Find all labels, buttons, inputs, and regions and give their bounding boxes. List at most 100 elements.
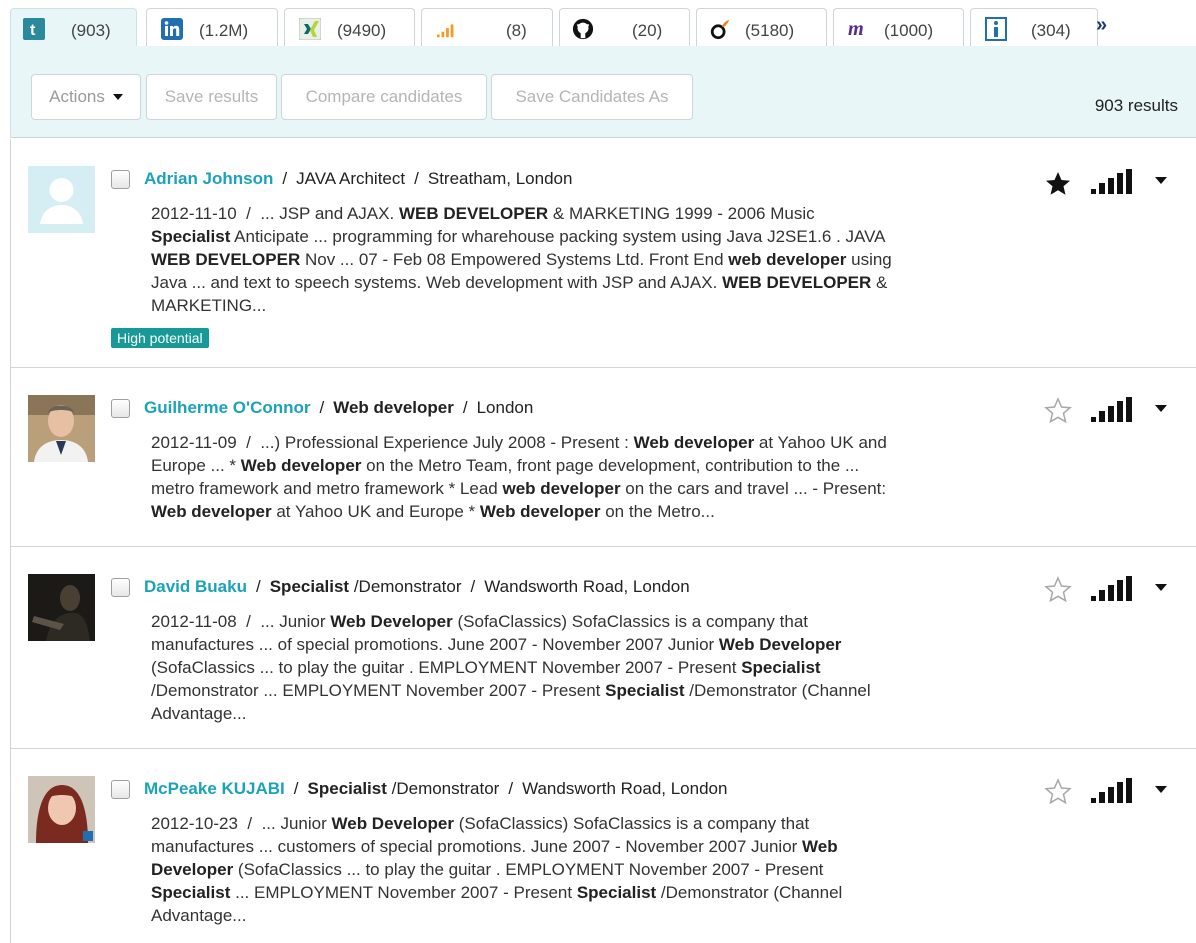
highlight-term: Specialist	[151, 883, 231, 902]
signal-strength-icon	[1091, 576, 1132, 601]
tab-linkedin[interactable]: (1.2M)	[146, 8, 278, 46]
row-menu-chevron-down-icon[interactable]	[1155, 405, 1167, 413]
highlight-term: Web	[802, 837, 838, 856]
candidate-row: Adrian Johnson / JAVA Architect / Streatham,…	[11, 139, 1196, 368]
snippet-text: Nov ... 07 - Feb 08 Empowered Systems Lt…	[300, 250, 729, 269]
snippet-text: (SofaClassics ... to play the guitar . E…	[233, 860, 824, 879]
highlight-term: Developer	[151, 860, 234, 879]
snippet-text: Anticipate ... programming for wharehous…	[230, 227, 886, 246]
snippet-text: Advantage...	[151, 704, 247, 723]
snippet-line: Advantage...	[151, 904, 1031, 927]
signal-strength-icon	[1091, 778, 1132, 803]
stackoverflow-icon	[436, 18, 458, 40]
snippet-text: /Demonstrator ... EMPLOYMENT November 20…	[151, 681, 606, 700]
tab-xing[interactable]: (9490)	[284, 8, 415, 46]
candidate-checkbox[interactable]	[111, 780, 130, 799]
tab-count: (304)	[1031, 21, 1071, 40]
star-outline-icon[interactable]	[1043, 396, 1073, 426]
candidate-title: Web developer	[333, 398, 454, 417]
save-candidates-as-button[interactable]: Save Candidates As	[491, 74, 693, 120]
candidate-checkbox[interactable]	[111, 578, 130, 597]
candidate-snippet: 2012-11-10 / ... JSP and AJAX. WEB DEVEL…	[151, 202, 1031, 317]
highlight-term: Specialist	[151, 227, 231, 246]
candidate-date: 2012-10-23 /	[151, 814, 262, 833]
linkedin-icon	[161, 18, 183, 40]
github-icon	[572, 18, 594, 40]
snippet-line: /Demonstrator ... EMPLOYMENT November 20…	[151, 679, 1031, 702]
candidate-location: London	[476, 398, 534, 417]
candidate-name-link[interactable]: McPeake KUJABI	[144, 779, 285, 798]
candidate-headline: McPeake KUJABI / Specialist /Demonstrator /…	[144, 779, 728, 798]
actions-dropdown-button[interactable]: Actions	[31, 74, 141, 120]
snippet-line: 2012-11-09 / ...) Professional Experienc…	[151, 431, 1031, 454]
candidate-name-link[interactable]: David Buaku	[144, 577, 247, 596]
highlight-term: Web Developer	[331, 814, 455, 833]
candidate-snippet: 2012-11-08 / ... Junior Web Developer (S…	[151, 610, 1031, 725]
candidate-title: /Demonstrator	[386, 779, 500, 798]
tab-viadeo[interactable]: (5180)	[696, 8, 827, 46]
tab-meetup[interactable]: m (1000)	[833, 8, 964, 46]
snippet-text: at Yahoo UK and Europe *	[271, 502, 480, 521]
star-outline-icon[interactable]	[1043, 777, 1073, 807]
tab-github[interactable]: (20)	[559, 8, 690, 46]
snippet-line: (SofaClassics ... to play the guitar . E…	[151, 656, 1031, 679]
star-outline-icon[interactable]	[1043, 575, 1073, 605]
snippet-line: 2012-11-08 / ... Junior Web Developer (S…	[151, 610, 1031, 633]
row-menu-chevron-down-icon[interactable]	[1155, 177, 1167, 185]
tab-count: (1000)	[884, 21, 934, 40]
svg-text:t: t	[30, 22, 36, 39]
status-badge: High potential	[111, 328, 209, 348]
snippet-text: metro framework and metro framework * Le…	[151, 479, 503, 498]
snippet-line: Web developer at Yahoo UK and Europe * W…	[151, 500, 1031, 523]
tab-count: (903)	[71, 21, 111, 40]
save-results-button[interactable]: Save results	[146, 74, 277, 120]
candidate-title: JAVA Architect	[296, 169, 406, 188]
candidate-checkbox[interactable]	[111, 399, 130, 418]
tab-count: (8)	[506, 21, 527, 40]
tab-tumblr[interactable]: t (903)	[10, 8, 137, 47]
snippet-text: (SofaClassics ... to play the guitar . E…	[151, 658, 742, 677]
candidate-date: 2012-11-08 /	[151, 612, 261, 631]
snippet-text: on the Metro Team, front page developmen…	[361, 456, 860, 475]
snippet-line: Europe ... * Web developer on the Metro …	[151, 454, 1031, 477]
star-filled-icon[interactable]	[1043, 169, 1073, 199]
highlight-term: WEB DEVELOPER	[722, 273, 872, 292]
info-icon	[985, 17, 1007, 41]
snippet-text: /Demonstrator (Channel	[684, 681, 871, 700]
snippet-line: MARKETING...	[151, 294, 1031, 317]
source-tabs: t (903) (1.2M) (9490) (8) (20) (5180) m	[0, 0, 1196, 47]
candidate-date: 2012-11-09 /	[151, 433, 261, 452]
candidate-title-bold: Specialist	[269, 577, 350, 596]
actions-label: Actions	[49, 87, 105, 106]
snippet-line: 2012-10-23 / ... Junior Web Developer (S…	[151, 812, 1031, 835]
tab-info[interactable]: (304)	[970, 8, 1098, 46]
tumblr-icon: t	[23, 18, 45, 40]
snippet-text: (SofaClassics) SofaClassics is a company…	[452, 612, 809, 631]
highlight-term: WEB DEVELOPER	[398, 204, 549, 223]
snippet-line: manufactures ... of special promotions. …	[151, 633, 1031, 656]
row-menu-chevron-down-icon[interactable]	[1155, 786, 1167, 794]
candidate-row: McPeake KUJABI / Specialist /Demonstrator /…	[11, 749, 1196, 943]
snippet-text: (SofaClassics) SofaClassics is a company…	[454, 814, 810, 833]
highlight-term: Web developer	[633, 433, 755, 452]
highlight-term: Web developer	[479, 502, 601, 521]
compare-candidates-button[interactable]: Compare candidates	[281, 74, 487, 120]
candidate-name-link[interactable]: Guilherme O'Connor	[144, 398, 311, 417]
snippet-text: using	[846, 250, 892, 269]
candidate-checkbox[interactable]	[111, 170, 130, 189]
tab-count: (5180)	[745, 21, 795, 40]
snippet-text: at Yahoo UK and	[754, 433, 887, 452]
candidate-row: Guilherme O'Connor / Web developer / London …	[11, 368, 1196, 547]
more-tabs-chevron-icon[interactable]: »	[1096, 14, 1107, 37]
tab-stackoverflow[interactable]: (8)	[421, 8, 553, 46]
highlight-term: web developer	[728, 250, 847, 269]
snippet-text: ... Junior	[261, 814, 332, 833]
row-menu-chevron-down-icon[interactable]	[1155, 584, 1167, 592]
svg-text:m: m	[848, 18, 864, 40]
candidate-name-link[interactable]: Adrian Johnson	[144, 169, 273, 188]
snippet-text: &	[871, 273, 888, 292]
tab-count: (1.2M)	[199, 21, 249, 40]
viadeo-icon	[709, 18, 731, 40]
candidate-snippet: 2012-11-09 / ...) Professional Experienc…	[151, 431, 1031, 523]
snippet-text: MARKETING...	[151, 296, 267, 315]
